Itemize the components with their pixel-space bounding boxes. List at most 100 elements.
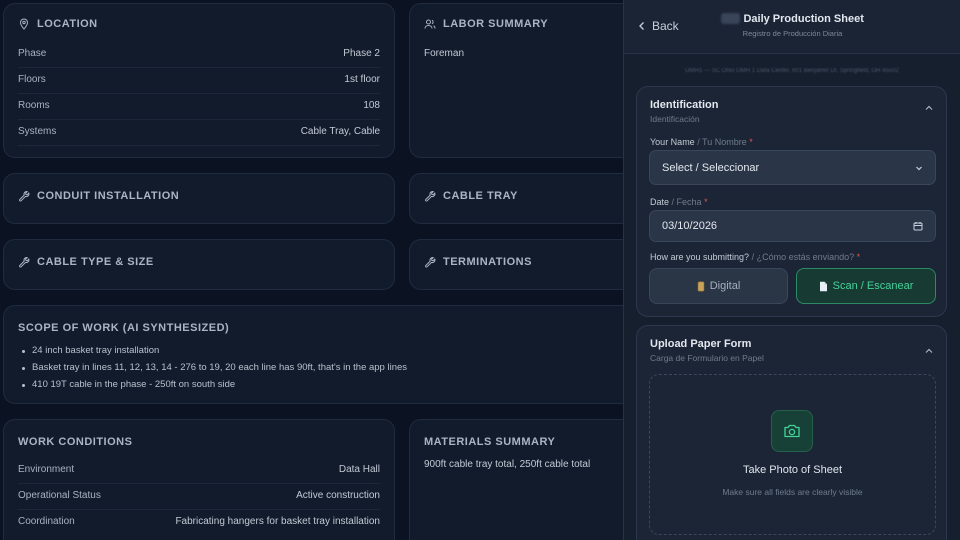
chevron-down-icon xyxy=(916,166,922,170)
cable-type-card[interactable]: CABLE TYPE & SIZE xyxy=(3,239,395,290)
work-conditions-title: WORK CONDITIONS xyxy=(18,436,133,448)
condition-row-environment: Environment Data Hall xyxy=(18,464,380,484)
terminations-title: TERMINATIONS xyxy=(443,256,532,268)
identification-title: Identification xyxy=(650,99,719,111)
title-text: Daily Production Sheet xyxy=(743,13,864,25)
site-address: OMH1 — SC Ohio OMH 1 Data Center, 601 Be… xyxy=(685,68,899,74)
required-marker: * xyxy=(856,252,861,262)
cable-type-header: CABLE TYPE & SIZE xyxy=(18,256,154,268)
materials-title: MATERIALS SUMMARY xyxy=(424,436,556,448)
phone-icon xyxy=(697,281,705,291)
list-item: 410 19T cable in the phase - 250ft on so… xyxy=(22,379,407,390)
work-conditions-card: WORK CONDITIONS Environment Data Hall Ope… xyxy=(3,419,395,540)
row-key: Operational Status xyxy=(18,490,101,501)
cable-tray-header: CABLE TRAY xyxy=(424,190,518,202)
production-sheet-panel: Back EIC Daily Production Sheet Registro … xyxy=(623,0,960,540)
cable-type-title: CABLE TYPE & SIZE xyxy=(37,256,154,268)
conduit-header: CONDUIT INSTALLATION xyxy=(18,190,179,202)
panel-title: EIC Daily Production Sheet xyxy=(624,13,960,25)
camera-icon xyxy=(784,424,800,438)
condition-row-coordination: Coordination Fabricating hangers for bask… xyxy=(18,516,380,535)
scan-button[interactable]: Scan / Escanear xyxy=(796,268,936,304)
location-header: LOCATION xyxy=(18,18,98,30)
location-row-floors: Floors 1st floor xyxy=(18,74,380,94)
title-prefix: EIC xyxy=(721,13,741,24)
work-conditions-header: WORK CONDITIONS xyxy=(18,436,132,448)
panel-header: Back EIC Daily Production Sheet Registro … xyxy=(624,0,960,54)
name-select-value: Select / Seleccionar xyxy=(662,161,760,174)
document-icon xyxy=(819,281,827,291)
camera-button[interactable] xyxy=(771,410,813,452)
condition-row-status: Operational Status Active construction xyxy=(18,490,380,510)
terminations-header: TERMINATIONS xyxy=(424,256,532,268)
row-key: Systems xyxy=(18,126,57,137)
location-title: LOCATION xyxy=(37,18,98,30)
submit-method-label: How are you submitting? / ¿Cómo estás en… xyxy=(650,252,860,262)
row-key: Environment xyxy=(18,464,75,475)
dropzone-hint: Make sure all fields are clearly visible xyxy=(722,487,863,497)
wrench-icon xyxy=(425,256,436,268)
map-pin-icon xyxy=(19,18,29,30)
scope-of-work-card: SCOPE OF WORK (AI SYNTHESIZED) 24 inch b… xyxy=(3,305,649,404)
materials-text: 900ft cable tray total, 250ft cable tota… xyxy=(424,459,591,470)
take-photo-label: Take Photo of Sheet xyxy=(742,464,843,476)
calendar-icon[interactable] xyxy=(913,221,923,231)
row-value: Cable Tray, Cable xyxy=(300,126,380,137)
row-value: Fabricating hangers for basket tray inst… xyxy=(175,516,380,527)
row-key: Coordination xyxy=(18,516,75,527)
users-icon xyxy=(424,19,436,29)
identification-section: Identification Identificación Your Name … xyxy=(636,86,947,317)
row-value: 108 xyxy=(363,100,380,111)
row-value: Data Hall xyxy=(338,464,380,475)
row-key: Phase xyxy=(18,48,47,59)
photo-dropzone[interactable]: Take Photo of Sheet Make sure all fields… xyxy=(649,374,936,535)
row-value: 1st floor xyxy=(344,74,380,85)
labor-title: LABOR SUMMARY xyxy=(443,18,549,30)
row-value: Active construction xyxy=(296,490,380,501)
list-item: Basket tray in lines 11, 12, 13, 14 - 27… xyxy=(22,362,407,373)
materials-summary-card: MATERIALS SUMMARY 900ft cable tray total… xyxy=(409,419,649,540)
row-value: Phase 2 xyxy=(343,48,380,59)
scan-label: Scan / Escanear xyxy=(832,280,914,292)
date-label: Date / Fecha * xyxy=(650,197,708,207)
chevron-up-icon[interactable] xyxy=(924,346,934,356)
upload-subtitle: Carga de Formulario en Papel xyxy=(650,353,764,363)
wrench-icon xyxy=(19,190,30,202)
chevron-up-icon[interactable] xyxy=(924,103,934,113)
conduit-installation-card[interactable]: CONDUIT INSTALLATION xyxy=(3,173,395,224)
submit-label-es: / ¿Cómo estás enviando? xyxy=(751,252,855,262)
cable-tray-card[interactable]: CABLE TRAY xyxy=(409,173,649,224)
name-label-es: / Tu Nombre xyxy=(697,137,747,147)
row-key: Floors xyxy=(18,74,46,85)
digital-label: Digital xyxy=(709,280,741,292)
wrench-icon xyxy=(425,190,436,202)
name-label-en: Your Name xyxy=(650,137,695,147)
list-item: 24 inch basket tray installation xyxy=(22,345,407,356)
date-label-es: / Fecha xyxy=(671,197,702,207)
identification-subtitle: Identificación xyxy=(650,114,700,124)
row-key: Rooms xyxy=(18,100,50,111)
digital-button[interactable]: Digital xyxy=(649,268,788,304)
wrench-icon xyxy=(19,256,30,268)
foreman-label: Foreman xyxy=(424,48,465,59)
scope-list: 24 inch basket tray installation Basket … xyxy=(22,345,407,396)
date-label-en: Date xyxy=(650,197,670,207)
labor-summary-card: LABOR SUMMARY Foreman xyxy=(409,3,649,158)
location-row-systems: Systems Cable Tray, Cable xyxy=(18,126,380,146)
panel-subtitle: Registro de Producción Diaria xyxy=(742,29,843,38)
location-row-rooms: Rooms 108 xyxy=(18,100,380,120)
upload-section: Upload Paper Form Carga de Formulario en… xyxy=(636,325,947,540)
date-value: 03/10/2026 xyxy=(662,220,718,232)
conduit-title: CONDUIT INSTALLATION xyxy=(37,190,180,202)
upload-title: Upload Paper Form xyxy=(650,338,752,350)
cable-tray-title: CABLE TRAY xyxy=(443,190,518,202)
required-marker: * xyxy=(704,197,708,207)
name-select[interactable]: Select / Seleccionar xyxy=(649,150,936,185)
location-card: LOCATION Phase Phase 2 Floors 1st floor Ro… xyxy=(3,3,395,158)
location-row-phase: Phase Phase 2 xyxy=(18,48,380,68)
terminations-card[interactable]: TERMINATIONS xyxy=(409,239,649,290)
labor-header: LABOR SUMMARY xyxy=(424,18,548,30)
date-input[interactable]: 03/10/2026 xyxy=(649,210,936,242)
scope-header: SCOPE OF WORK (AI SYNTHESIZED) xyxy=(18,322,229,334)
submit-label-en: How are you submitting? xyxy=(650,252,750,262)
